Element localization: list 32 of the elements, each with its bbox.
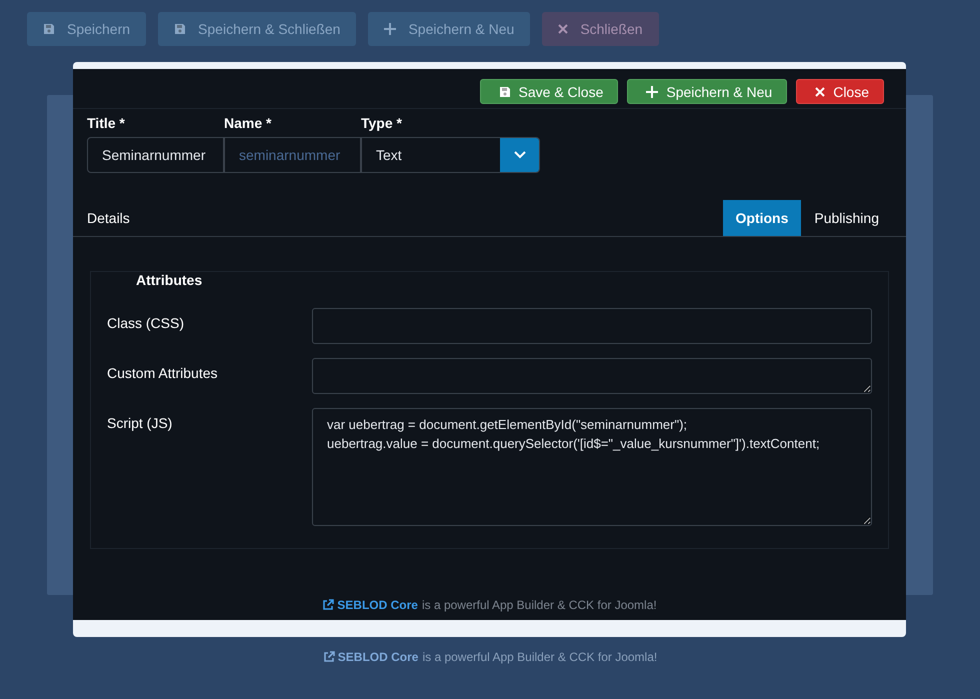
external-link-icon: [322, 599, 334, 611]
type-select[interactable]: Text: [361, 137, 540, 173]
code-editor[interactable]: var uebertrag = document.getElementById("seminarnummer"); uebertrag.value = document.querySelector('[id$="_value_kursnummer"]').textContent;: [312, 408, 872, 526]
toolbar-button[interactable]: Schließen: [542, 12, 659, 46]
input-field[interactable]: Seminarnummer: [87, 137, 224, 173]
footer-link[interactable]: SEBLOD Core: [322, 598, 418, 612]
toolbar-button[interactable]: Speichern & Schließen: [158, 12, 356, 46]
tab[interactable]: Details: [87, 200, 143, 236]
field-label: Class (CSS): [107, 314, 186, 333]
field-label: Name *: [224, 115, 272, 131]
plus-icon: [646, 86, 658, 98]
field-label: Type *: [361, 115, 403, 131]
close-button[interactable]: Close: [796, 79, 884, 104]
external-link-icon: [322, 651, 335, 663]
input-field[interactable]: [312, 308, 872, 344]
tab[interactable]: Publishing: [801, 200, 892, 236]
toolbar-button[interactable]: Speichern: [27, 12, 146, 46]
chevron-down-icon: [514, 151, 526, 159]
plus-icon: [384, 23, 396, 35]
field-label: Script (JS): [107, 414, 174, 433]
field-label: Custom Attributes: [107, 364, 218, 383]
tab[interactable]: Options: [722, 200, 802, 236]
toolbar-button[interactable]: Speichern & Neu: [627, 79, 788, 104]
close-icon: [558, 24, 568, 34]
close-icon: [815, 86, 826, 96]
field-label: Title *: [87, 115, 126, 131]
toolbar-button[interactable]: Save & Close: [480, 79, 618, 104]
footer-link[interactable]: SEBLOD Core: [322, 650, 418, 664]
toolbar-button[interactable]: Speichern & Neu: [368, 12, 530, 46]
footer-text: is a powerful App Builder & CCK for Joomla!: [422, 598, 657, 612]
footer-text: is a powerful App Builder & CCK for Joomla!: [422, 650, 658, 664]
textarea-field[interactable]: [312, 358, 872, 394]
